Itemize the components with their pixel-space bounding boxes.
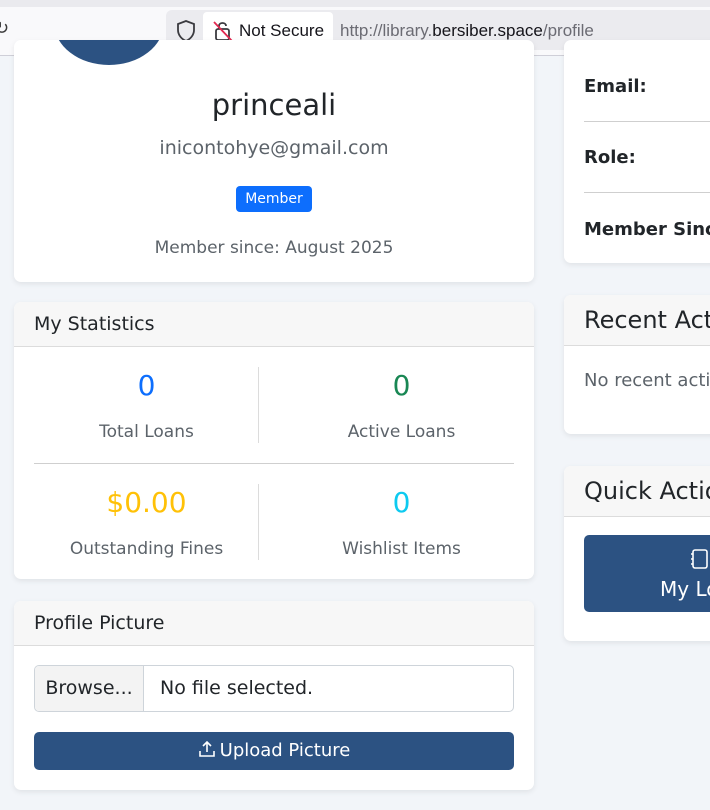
stat-outstanding-fines: $0.00 Outstanding Fines [34,486,259,560]
file-input[interactable]: Browse... No file selected. [34,665,514,712]
upload-picture-button[interactable]: Upload Picture [34,732,514,770]
browse-button[interactable]: Browse... [35,666,144,711]
role-badge: Member [236,186,312,212]
recent-activity-title: Recent Activ [564,295,710,346]
stat-divider [258,367,259,443]
statistics-card: My Statistics 0 Total Loans 0 Active Loa… [14,302,534,579]
stat-value: 0 [137,369,156,402]
quick-actions-card: Quick Actio My Lo [564,466,710,641]
stat-label: Active Loans [347,422,456,442]
profile-picture-title: Profile Picture [14,601,534,646]
statistics-title: My Statistics [14,302,534,347]
member-since-label: Member Since [584,219,710,240]
upload-button-label: Upload Picture [219,740,351,761]
role-label: Role: [584,147,636,168]
upload-icon [198,740,215,757]
stat-label: Wishlist Items [342,539,461,559]
my-loans-button[interactable]: My Lo [584,535,710,612]
avatar [54,40,164,65]
book-icon [691,549,708,569]
reload-icon[interactable]: ↻ [0,18,9,39]
profile-email: inicontohye@gmail.com [159,137,389,159]
stat-label: Outstanding Fines [69,539,224,559]
my-loans-label: My Lo [660,577,710,601]
email-label: Email: [584,76,647,97]
profile-username: princeali [211,88,337,122]
recent-activity-card: Recent Activ No recent activ [564,295,710,434]
stat-row-divider [34,463,514,464]
stat-value: 0 [392,369,411,402]
stat-divider [258,484,259,560]
stat-value: 0 [392,486,411,519]
no-activity-text: No recent activ [584,370,710,391]
profile-card: princeali inicontohye@gmail.com Member M… [14,40,534,282]
stat-value: $0.00 [106,486,187,519]
tab-strip-edge [0,0,710,7]
member-since-text: Member since: August 2025 [154,238,394,258]
stat-wishlist-items: 0 Wishlist Items [289,486,514,560]
account-info-card: Email: Role: Member Since [564,40,710,263]
url-text[interactable]: http://library.bersiber.space/profile [340,21,594,41]
info-divider [584,121,710,122]
stat-total-loans: 0 Total Loans [34,369,259,443]
stat-label: Total Loans [99,422,194,442]
profile-picture-card: Profile Picture Browse... No file select… [14,601,534,790]
stat-active-loans: 0 Active Loans [289,369,514,443]
not-secure-label[interactable]: Not Secure [239,21,324,41]
quick-actions-title: Quick Actio [564,466,710,517]
info-divider [584,192,710,193]
file-status-text: No file selected. [160,677,314,699]
